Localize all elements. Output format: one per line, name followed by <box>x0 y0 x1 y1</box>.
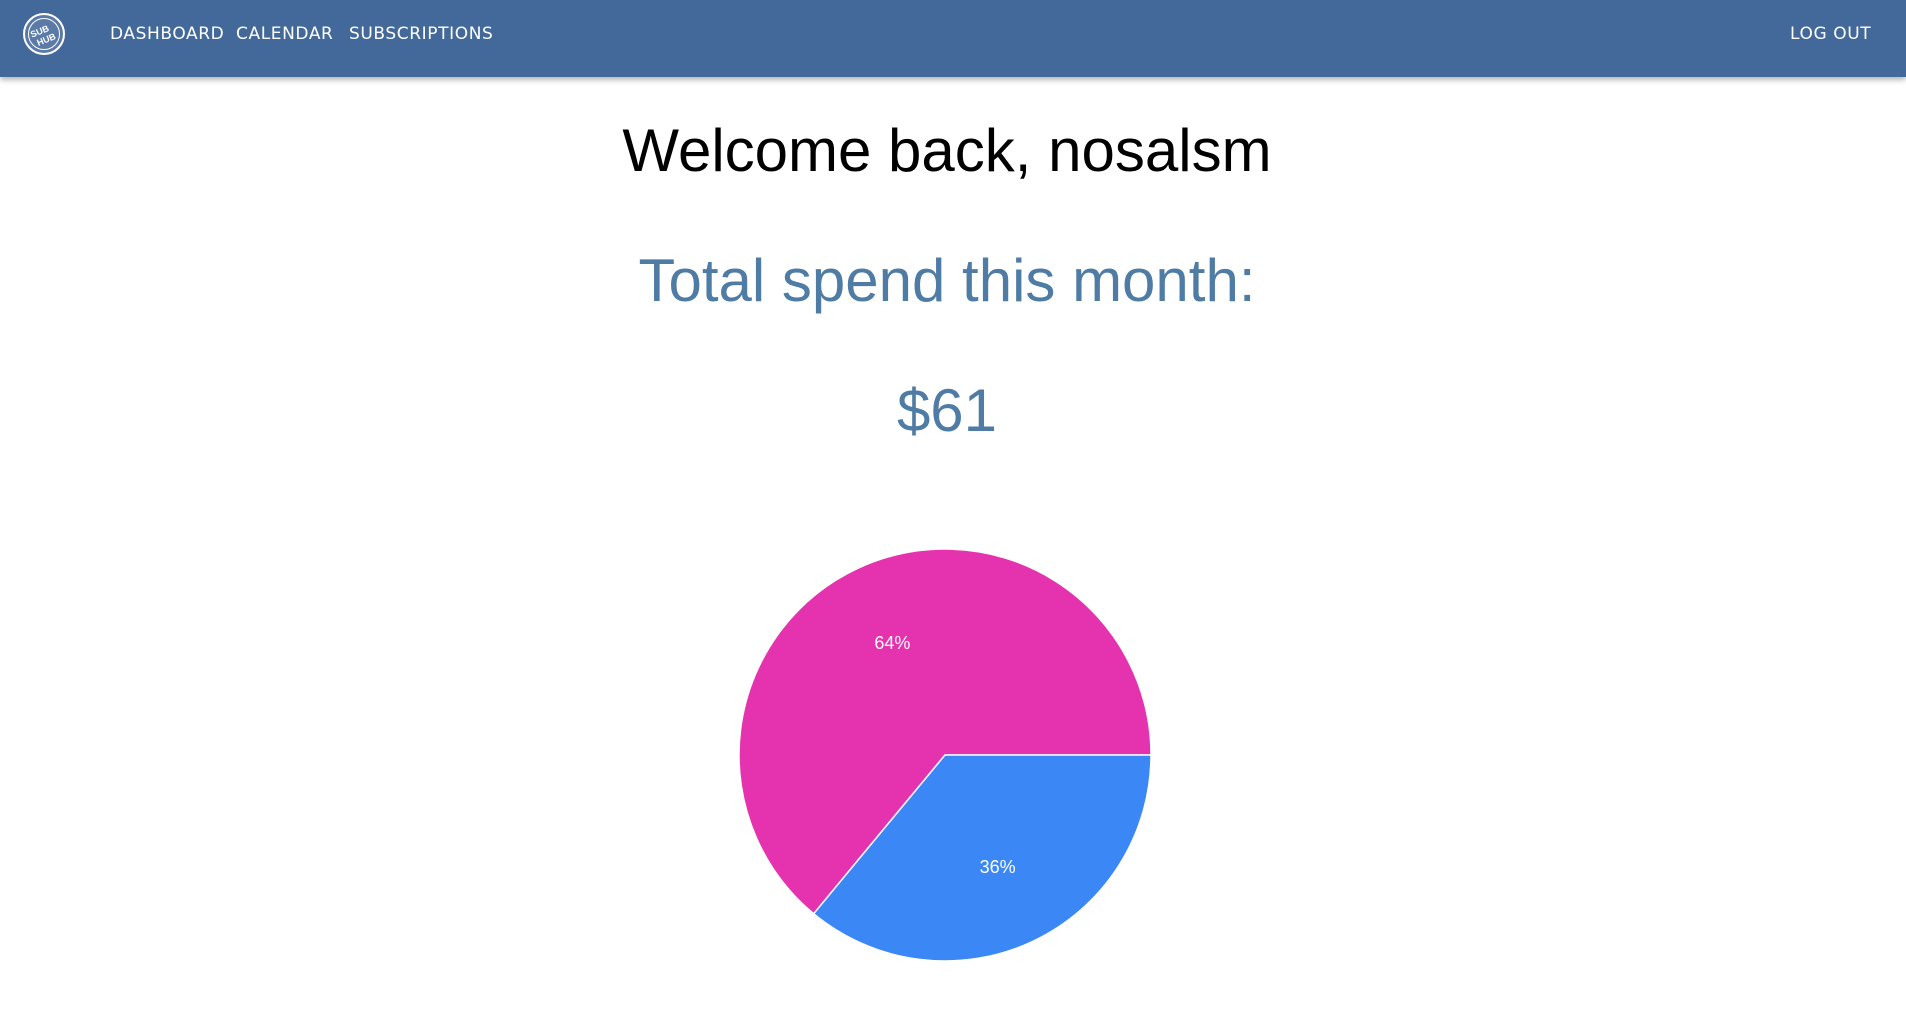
subhub-logo[interactable]: SUB HUB <box>22 12 66 56</box>
nav-dashboard-link[interactable]: DASHBOARD <box>110 23 224 45</box>
total-spend-label: Total spend this month: <box>638 247 1256 314</box>
pie-slice-label-2: 36% <box>980 857 1016 877</box>
top-navbar: SUB HUB DASHBOARD CALENDAR SUBSCRIPTIONS… <box>0 0 1906 77</box>
nav-subscriptions-link[interactable]: SUBSCRIPTIONS <box>349 23 493 45</box>
logout-button[interactable]: LOG OUT <box>1790 23 1871 45</box>
welcome-heading: Welcome back, nosalsm <box>622 117 1272 184</box>
spend-pie-chart: 64% 36% <box>738 548 1152 962</box>
total-spend-value: $61 <box>896 377 998 444</box>
nav-calendar-link[interactable]: CALENDAR <box>236 23 333 45</box>
pie-slice-label-1: 64% <box>874 633 910 653</box>
